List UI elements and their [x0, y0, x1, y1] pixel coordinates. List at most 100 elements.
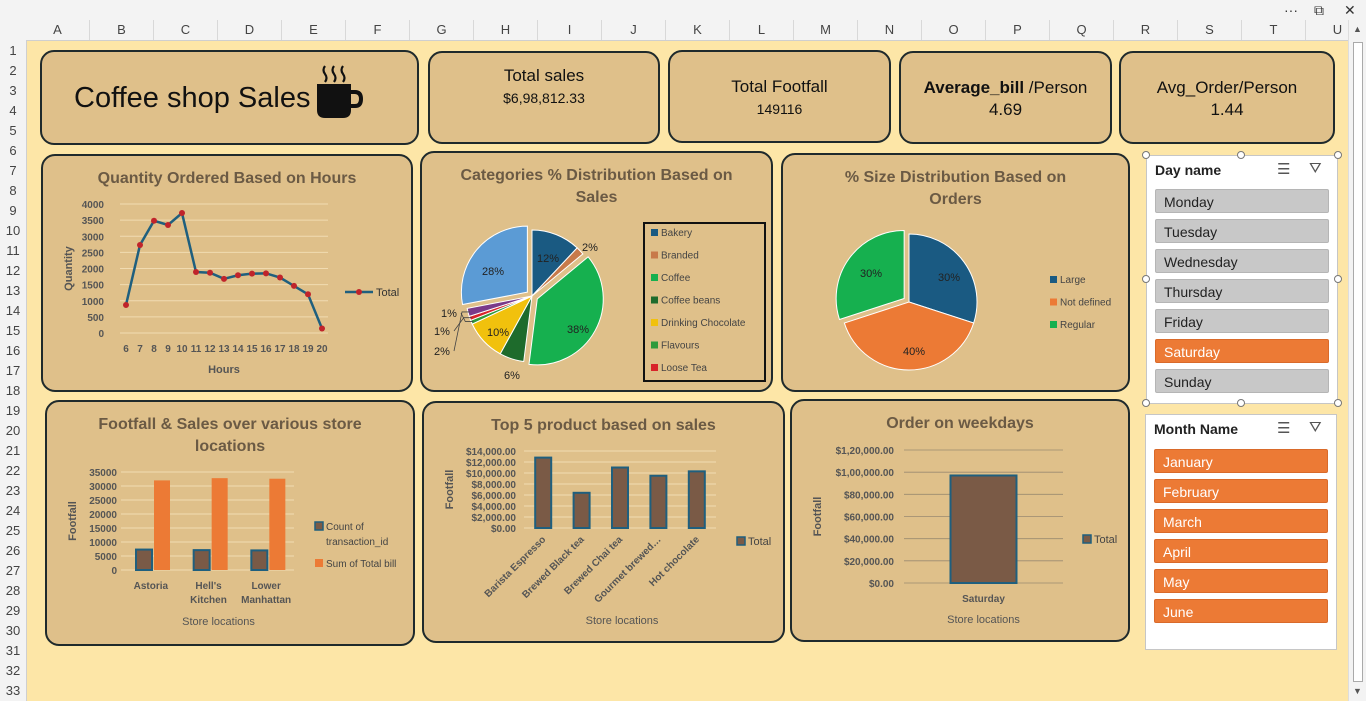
row-header[interactable]: 15	[0, 323, 26, 338]
column-header[interactable]: K	[666, 20, 730, 40]
row-header[interactable]: 4	[0, 103, 26, 118]
row-header[interactable]: 6	[0, 143, 26, 158]
column-header[interactable]: T	[1242, 20, 1306, 40]
row-header[interactable]: 21	[0, 443, 26, 458]
y-tick-label: 35000	[89, 468, 117, 479]
row-header[interactable]: 13	[0, 283, 26, 298]
column-header[interactable]: O	[922, 20, 986, 40]
column-header[interactable]: E	[282, 20, 346, 40]
slicer-item-may[interactable]: May	[1154, 569, 1328, 593]
column-header[interactable]: B	[90, 20, 154, 40]
pie-chart-svg: 12% 2% 38% 6% 10% 1% 1% 2% 28% Bakery Branded Coffe…	[434, 222, 766, 382]
row-header[interactable]: 19	[0, 403, 26, 418]
slice-label: 12%	[537, 253, 559, 265]
column-header[interactable]: G	[410, 20, 474, 40]
clear-filter-icon[interactable]: ⛛	[1309, 160, 1322, 177]
column-header[interactable]: R	[1114, 20, 1178, 40]
slicer-item-june[interactable]: June	[1154, 599, 1328, 623]
row-header[interactable]: 5	[0, 123, 26, 138]
slicer-item-wednesday[interactable]: Wednesday	[1155, 249, 1329, 273]
column-header[interactable]: H	[474, 20, 538, 40]
slicer-item-saturday[interactable]: Saturday	[1155, 339, 1329, 363]
scroll-up-icon[interactable]: ▲	[1353, 24, 1362, 34]
chart-quantity-by-hour[interactable]: Quantity Ordered Based on Hours 0 500 1000…	[41, 154, 413, 392]
slicer-item-monday[interactable]: Monday	[1155, 189, 1329, 213]
resize-handle[interactable]	[1142, 275, 1150, 283]
restore-icon[interactable]: ⧉	[1314, 1, 1324, 19]
row-header[interactable]: 3	[0, 83, 26, 98]
row-header[interactable]: 29	[0, 603, 26, 618]
slicer-item-friday[interactable]: Friday	[1155, 309, 1329, 333]
kpi-value: 4.69	[988, 100, 1023, 119]
row-header[interactable]: 20	[0, 423, 26, 438]
scrollbar-thumb[interactable]	[1353, 42, 1363, 682]
row-header[interactable]: 8	[0, 183, 26, 198]
row-header[interactable]: 11	[0, 243, 26, 258]
row-header[interactable]: 25	[0, 523, 26, 538]
resize-handle[interactable]	[1334, 275, 1342, 283]
slicer-item-april[interactable]: April	[1154, 539, 1328, 563]
row-header[interactable]: 30	[0, 623, 26, 638]
slicer-day-name[interactable]: Day name ☰ ⛛ Monday Tuesday Wednesday Thurs…	[1146, 155, 1338, 404]
ellipsis-icon[interactable]: ···	[1284, 1, 1298, 19]
slicer-item-sunday[interactable]: Sunday	[1155, 369, 1329, 393]
column-header[interactable]: C	[154, 20, 218, 40]
column-header[interactable]: L	[730, 20, 794, 40]
chart-top5-products[interactable]: Top 5 product based on sales $0.00 $2,000…	[422, 401, 785, 643]
row-header[interactable]: 2	[0, 63, 26, 78]
row-header[interactable]: 31	[0, 643, 26, 658]
row-header[interactable]: 28	[0, 583, 26, 598]
scroll-down-icon[interactable]: ▼	[1353, 686, 1362, 696]
chart-footfall-sales-locations[interactable]: Footfall & Sales over various store loca…	[45, 400, 415, 646]
column-header[interactable]: A	[26, 20, 90, 40]
row-header[interactable]: 23	[0, 483, 26, 498]
slicer-item-march[interactable]: March	[1154, 509, 1328, 533]
resize-handle[interactable]	[1237, 399, 1245, 407]
legend-swatch	[736, 536, 746, 546]
resize-handle[interactable]	[1237, 151, 1245, 159]
resize-handle[interactable]	[1142, 151, 1150, 159]
row-header[interactable]: 32	[0, 663, 26, 678]
row-header[interactable]: 16	[0, 343, 26, 358]
column-header[interactable]: M	[794, 20, 858, 40]
column-header[interactable]: I	[538, 20, 602, 40]
multi-select-icon[interactable]: ☰	[1277, 160, 1290, 178]
column-header[interactable]: P	[986, 20, 1050, 40]
resize-handle[interactable]	[1334, 399, 1342, 407]
chart-order-weekdays[interactable]: Order on weekdays $0.00 $20,000.00 $40,000…	[790, 399, 1130, 642]
chart-categories-distribution[interactable]: Categories % Distribution Based on Sales…	[420, 151, 773, 392]
row-header[interactable]: 10	[0, 223, 26, 238]
column-header[interactable]: J	[602, 20, 666, 40]
slicer-item-thursday[interactable]: Thursday	[1155, 279, 1329, 303]
row-header[interactable]: 27	[0, 563, 26, 578]
row-header[interactable]: 7	[0, 163, 26, 178]
slicer-month-name[interactable]: Month Name ☰ ⛛ January February March April…	[1145, 414, 1337, 650]
x-tick-label: 18	[288, 344, 300, 355]
row-header[interactable]: 14	[0, 303, 26, 318]
row-header[interactable]: 18	[0, 383, 26, 398]
row-header[interactable]: 22	[0, 463, 26, 478]
row-header[interactable]: 17	[0, 363, 26, 378]
y-tick-label: $1,00,000.00	[836, 468, 895, 479]
row-header[interactable]: 9	[0, 203, 26, 218]
column-header[interactable]: D	[218, 20, 282, 40]
row-header[interactable]: 1	[0, 43, 26, 58]
row-header[interactable]: 12	[0, 263, 26, 278]
row-header[interactable]: 26	[0, 543, 26, 558]
column-header[interactable]: F	[346, 20, 410, 40]
slicer-item-february[interactable]: February	[1154, 479, 1328, 503]
clear-filter-icon[interactable]: ⛛	[1309, 419, 1322, 436]
column-header[interactable]: S	[1178, 20, 1242, 40]
column-header[interactable]: N	[858, 20, 922, 40]
slicer-item-january[interactable]: January	[1154, 449, 1328, 473]
chart-size-distribution[interactable]: % Size Distribution Based on Orders 30% 4…	[781, 153, 1130, 392]
resize-handle[interactable]	[1334, 151, 1342, 159]
slicer-item-tuesday[interactable]: Tuesday	[1155, 219, 1329, 243]
vertical-scrollbar[interactable]: ▲ ▼	[1348, 20, 1366, 701]
resize-handle[interactable]	[1142, 399, 1150, 407]
row-header[interactable]: 33	[0, 683, 26, 698]
row-header[interactable]: 24	[0, 503, 26, 518]
multi-select-icon[interactable]: ☰	[1277, 419, 1290, 437]
column-header[interactable]: Q	[1050, 20, 1114, 40]
close-icon[interactable]: ✕	[1344, 1, 1356, 19]
